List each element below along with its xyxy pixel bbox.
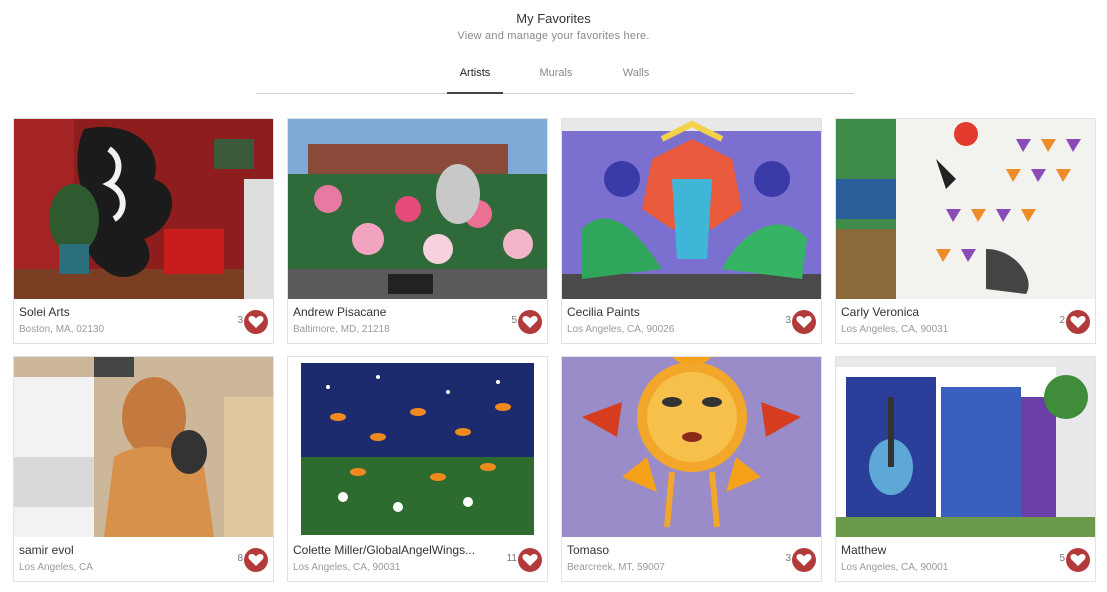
artist-card[interactable]: Carly Veronica Los Angeles, CA, 90031 2 xyxy=(835,118,1096,344)
favorite-count: 8 xyxy=(237,553,243,564)
artist-photo[interactable] xyxy=(14,119,273,299)
artist-location: Boston, MA, 02130 xyxy=(19,324,105,335)
artist-location: Bearcreek, MT, 59007 xyxy=(567,562,665,573)
heart-icon xyxy=(248,554,264,566)
heart-icon xyxy=(1070,316,1086,328)
artist-card[interactable]: Colette Miller/GlobalAngelWings... Los A… xyxy=(287,356,548,582)
heart-icon xyxy=(522,316,538,328)
favorite-count: 5 xyxy=(1059,553,1065,564)
artist-location: Los Angeles, CA, 90001 xyxy=(841,562,949,573)
favorite-count: 3 xyxy=(237,315,243,326)
tab-walls[interactable]: Walls xyxy=(608,67,664,94)
artist-name[interactable]: Andrew Pisacane xyxy=(293,305,386,319)
artist-photo[interactable] xyxy=(562,357,821,537)
favorite-heart-button[interactable] xyxy=(518,310,542,334)
artist-name[interactable]: Cecilia Paints xyxy=(567,305,640,319)
artist-photo[interactable] xyxy=(836,119,1095,299)
artist-name[interactable]: samir evol xyxy=(19,543,74,557)
tab-murals[interactable]: Murals xyxy=(528,67,584,94)
favorite-heart-button[interactable] xyxy=(792,310,816,334)
favorite-count: 5 xyxy=(511,315,517,326)
heart-icon xyxy=(796,554,812,566)
artist-location: Los Angeles, CA, 90026 xyxy=(567,324,675,335)
favorite-count: 11 xyxy=(506,553,517,564)
artist-name[interactable]: Tomaso xyxy=(567,543,609,557)
artist-location: Los Angeles, CA xyxy=(19,562,93,573)
artist-name[interactable]: Solei Arts xyxy=(19,305,70,319)
artist-location: Los Angeles, CA, 90031 xyxy=(293,562,401,573)
artist-card[interactable]: Solei Arts Boston, MA, 02130 3 xyxy=(13,118,274,344)
favorite-heart-button[interactable] xyxy=(518,548,542,572)
artist-card[interactable]: Matthew Los Angeles, CA, 90001 5 xyxy=(835,356,1096,582)
heart-icon xyxy=(248,316,264,328)
artist-name[interactable]: Matthew xyxy=(841,543,886,557)
favorite-count: 3 xyxy=(785,315,791,326)
page-title: My Favorites xyxy=(516,11,591,26)
favorite-heart-button[interactable] xyxy=(792,548,816,572)
artist-photo[interactable] xyxy=(288,119,547,299)
favorites-tabs: Artists Murals Walls xyxy=(256,60,854,94)
favorite-heart-button[interactable] xyxy=(1066,548,1090,572)
artist-card[interactable]: Andrew Pisacane Baltimore, MD, 21218 5 xyxy=(287,118,548,344)
tab-artists[interactable]: Artists xyxy=(447,67,503,94)
heart-icon xyxy=(796,316,812,328)
artist-photo[interactable] xyxy=(836,357,1095,537)
page-subtitle: View and manage your favorites here. xyxy=(457,30,650,42)
artist-name[interactable]: Colette Miller/GlobalAngelWings... xyxy=(293,543,475,557)
favorite-count: 3 xyxy=(785,553,791,564)
artist-card[interactable]: Tomaso Bearcreek, MT, 59007 3 xyxy=(561,356,822,582)
artist-card[interactable]: Cecilia Paints Los Angeles, CA, 90026 3 xyxy=(561,118,822,344)
heart-icon xyxy=(522,554,538,566)
favorite-heart-button[interactable] xyxy=(244,548,268,572)
artist-card[interactable]: samir evol Los Angeles, CA 8 xyxy=(13,356,274,582)
artist-location: Baltimore, MD, 21218 xyxy=(293,324,390,335)
favorite-heart-button[interactable] xyxy=(244,310,268,334)
artist-photo[interactable] xyxy=(562,119,821,299)
favorite-count: 2 xyxy=(1059,315,1065,326)
artist-name[interactable]: Carly Veronica xyxy=(841,305,919,319)
artist-location: Los Angeles, CA, 90031 xyxy=(841,324,949,335)
artist-photo[interactable] xyxy=(288,357,547,537)
favorite-heart-button[interactable] xyxy=(1066,310,1090,334)
artist-photo[interactable] xyxy=(14,357,273,537)
heart-icon xyxy=(1070,554,1086,566)
